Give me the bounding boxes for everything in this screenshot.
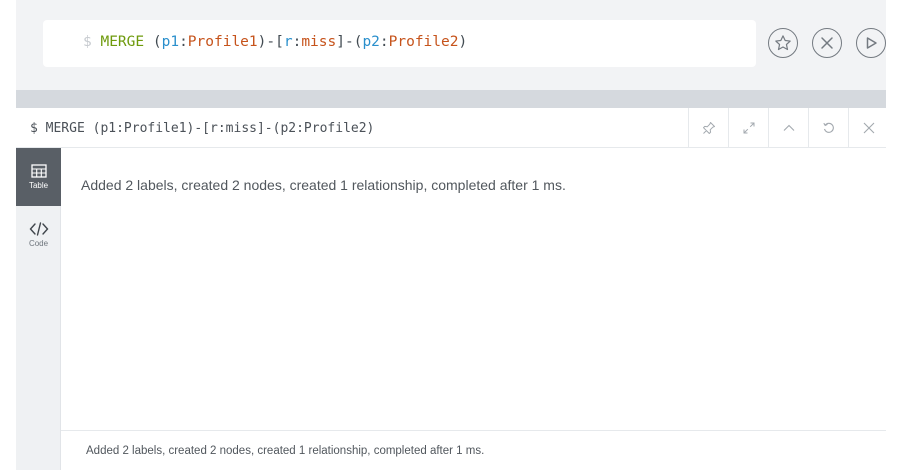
result-message: Added 2 labels, created 2 nodes, created… — [81, 177, 566, 193]
collapse-up-icon — [783, 124, 794, 131]
frame-title-bar: $ MERGE (p1:Profile1)-[r:miss]-(p2:Profi… — [16, 108, 886, 148]
close-circle-icon — [821, 37, 833, 49]
rerun-icon — [822, 122, 834, 133]
pin-icon — [702, 122, 715, 134]
close-icon — [863, 122, 874, 134]
tab-table-label: Table — [28, 181, 49, 190]
query-editor[interactable]: $ MERGE (p1:Profile1)-[r:miss]-(p2:Profi… — [43, 20, 756, 67]
collapse-button[interactable] — [768, 108, 808, 148]
frame-title[interactable]: $ MERGE (p1:Profile1)-[r:miss]-(p2:Profi… — [30, 121, 374, 136]
query-punct: : — [292, 34, 302, 50]
editor-area: $ MERGE (p1:Profile1)-[r:miss]-(p2:Profi… — [16, 0, 886, 90]
star-icon — [775, 35, 791, 51]
frame-toolbar — [688, 108, 888, 148]
keyword-merge: MERGE — [100, 34, 145, 50]
tab-code[interactable]: Code — [16, 206, 61, 264]
code-icon — [29, 222, 48, 236]
table-icon — [30, 164, 47, 178]
prompt-symbol: $ — [83, 34, 92, 50]
pin-button[interactable] — [688, 108, 728, 148]
query-punct: ( — [144, 34, 162, 50]
fullscreen-button[interactable] — [728, 108, 768, 148]
query-punct: )-[ — [257, 34, 284, 50]
clear-button[interactable] — [812, 28, 842, 58]
query-punct: : — [379, 34, 389, 50]
rerun-button[interactable] — [808, 108, 848, 148]
expand-icon — [743, 122, 754, 134]
status-message: Added 2 labels, created 2 nodes, created… — [86, 445, 485, 457]
query-punct: ]-( — [336, 34, 363, 50]
query-punct: ) — [458, 34, 468, 50]
frame-sidebar: Table Code — [16, 148, 61, 470]
tab-table[interactable]: Table — [16, 148, 61, 206]
query-text[interactable]: $ MERGE (p1:Profile1)-[r:miss]-(p2:Profi… — [83, 34, 467, 50]
stream-separator — [16, 90, 886, 108]
query-label-profile2: Profile2 — [388, 34, 459, 50]
play-icon — [866, 37, 877, 49]
run-button[interactable] — [856, 28, 886, 58]
query-label-profile1: Profile1 — [187, 34, 258, 50]
query-var-r: r — [283, 34, 293, 50]
query-punct: : — [179, 34, 188, 50]
close-frame-button[interactable] — [848, 108, 888, 148]
query-rel-type: miss — [301, 34, 337, 50]
query-var-p1: p1 — [161, 34, 180, 50]
result-frame: $ MERGE (p1:Profile1)-[r:miss]-(p2:Profi… — [16, 108, 886, 470]
query-var-p2: p2 — [362, 34, 380, 50]
favorite-button[interactable] — [768, 28, 798, 58]
tab-code-label: Code — [28, 239, 49, 248]
editor-actions — [768, 28, 886, 58]
frame-status-bar: Added 2 labels, created 2 nodes, created… — [61, 430, 886, 470]
